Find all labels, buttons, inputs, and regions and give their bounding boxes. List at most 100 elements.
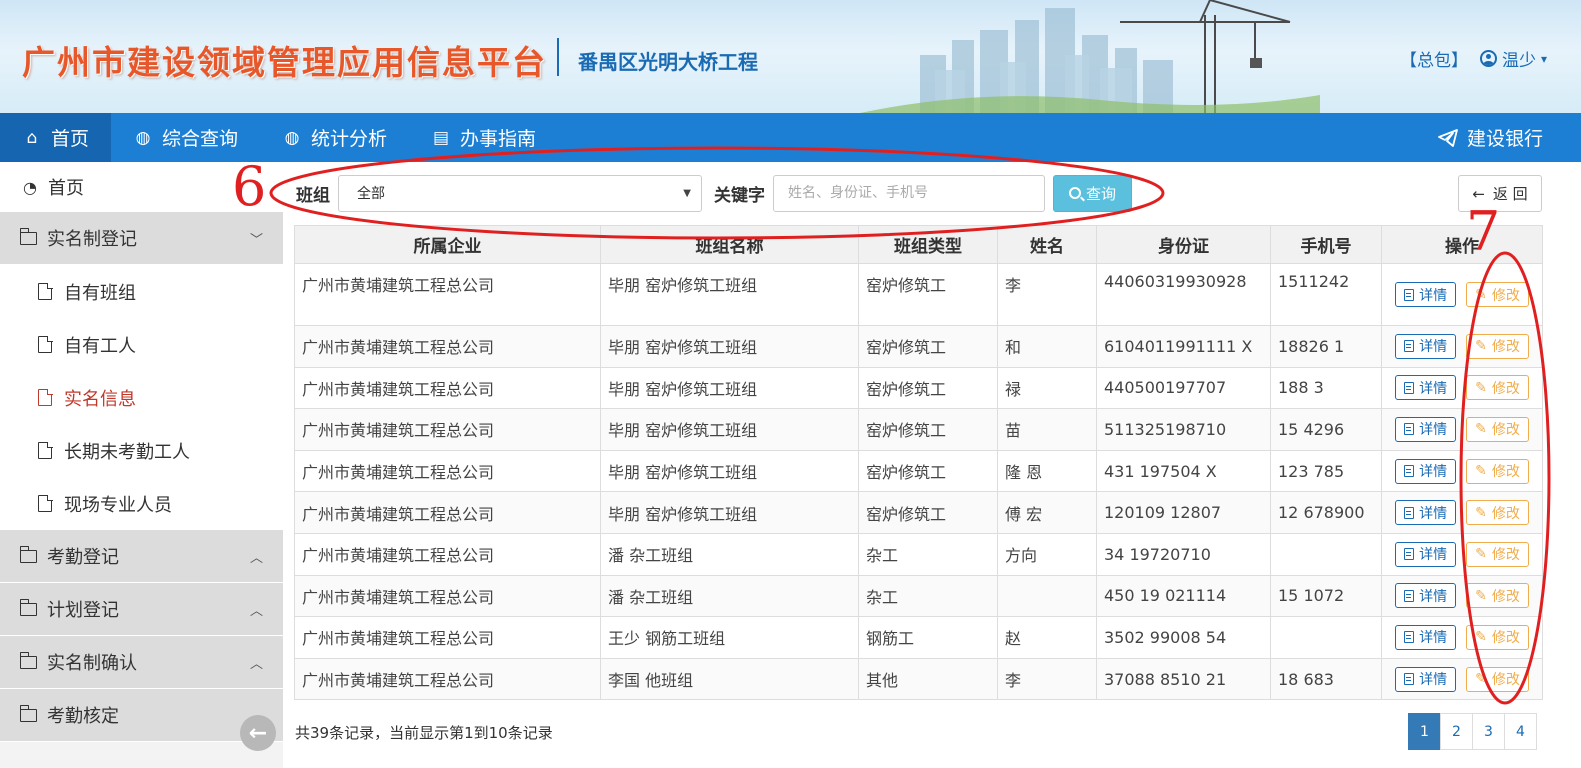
annotation-label-7: 7 bbox=[1466, 200, 1501, 263]
detail-button-label: 详情 bbox=[1419, 630, 1448, 647]
detail-button[interactable]: 详情 bbox=[1395, 333, 1457, 359]
page-button-3[interactable]: 3 bbox=[1472, 713, 1505, 750]
chevron-up-icon: ︿ bbox=[249, 550, 263, 566]
edit-button-label: 修改 bbox=[1491, 547, 1520, 564]
edit-button[interactable]: ✎ 修改 bbox=[1466, 624, 1529, 650]
edit-button[interactable]: ✎ 修改 bbox=[1466, 666, 1529, 692]
document-icon bbox=[1404, 465, 1415, 478]
sidebar-group-realname[interactable]: 实名制登记 ﹀ bbox=[0, 212, 283, 265]
cell-actions: 详情 ✎ 修改 bbox=[1381, 574, 1543, 618]
edit-button[interactable]: ✎ 修改 bbox=[1466, 333, 1529, 359]
cell-phone: 1511242 bbox=[1270, 263, 1382, 326]
cell-id: 431 197504 X bbox=[1096, 449, 1271, 493]
edit-button[interactable]: ✎ 修改 bbox=[1466, 458, 1529, 484]
cell-type: 窑炉修筑工 bbox=[858, 491, 998, 534]
sidebar-group-attendance[interactable]: 考勤登记 ︿ bbox=[0, 530, 283, 583]
cell-actions: 详情 ✎ 修改 bbox=[1381, 532, 1543, 576]
sidebar-group-plan[interactable]: 计划登记 ︿ bbox=[0, 583, 283, 636]
detail-button[interactable]: 详情 bbox=[1395, 666, 1457, 692]
nav-item-statistics[interactable]: ◍ 统计分析 bbox=[260, 113, 409, 162]
cell-phone: 188 3 bbox=[1270, 366, 1382, 410]
sidebar: ◔ 首页 实名制登记 ﹀ 自有班组 自有工人 实名信息 长期未考勤工人 现场专业… bbox=[0, 162, 283, 768]
table-row: 广州市黄埔建筑工程总公司 毕朋 窑炉修筑工班组 窑炉修筑工傅 宏 120109 128… bbox=[294, 491, 1543, 534]
page-button-2[interactable]: 2 bbox=[1440, 713, 1473, 750]
pencil-icon: ✎ bbox=[1475, 587, 1487, 604]
collapse-sidebar-button[interactable]: ← bbox=[240, 715, 276, 751]
edit-button-label: 修改 bbox=[1491, 464, 1520, 481]
cell-phone: 123 785 bbox=[1270, 449, 1382, 493]
sidebar-item-label: 考勤登记 bbox=[47, 547, 119, 568]
cell-company: 广州市黄埔建筑工程总公司 bbox=[294, 657, 601, 701]
nav-item-label: 统计分析 bbox=[311, 128, 388, 150]
sidebar-item-site-staff[interactable]: 现场专业人员 bbox=[0, 477, 283, 530]
team-select[interactable]: 全部 ▼ bbox=[338, 174, 702, 212]
pencil-icon: ✎ bbox=[1475, 421, 1487, 438]
detail-button[interactable]: 详情 bbox=[1395, 458, 1457, 484]
detail-button-label: 详情 bbox=[1419, 547, 1448, 564]
folder-open-icon bbox=[19, 227, 37, 245]
detail-button[interactable]: 详情 bbox=[1395, 500, 1457, 526]
team-label: 班组 bbox=[296, 185, 330, 206]
cell-company: 广州市黄埔建筑工程总公司 bbox=[294, 491, 601, 534]
detail-button-label: 详情 bbox=[1419, 672, 1448, 689]
edit-button[interactable]: ✎ 修改 bbox=[1466, 416, 1529, 442]
cell-id: 34 19720710 bbox=[1096, 532, 1271, 576]
search-button[interactable]: 查询 bbox=[1053, 174, 1132, 212]
detail-button-label: 详情 bbox=[1419, 339, 1448, 356]
detail-button[interactable]: 详情 bbox=[1395, 416, 1457, 442]
cell-company: 广州市黄埔建筑工程总公司 bbox=[294, 616, 601, 659]
cell-name: 李 bbox=[997, 263, 1097, 326]
keyword-input[interactable] bbox=[773, 174, 1045, 212]
sidebar-group-confirm[interactable]: 实名制确认 ︿ bbox=[0, 636, 283, 689]
cell-company: 广州市黄埔建筑工程总公司 bbox=[294, 532, 601, 576]
sidebar-item-long-absent[interactable]: 长期未考勤工人 bbox=[0, 424, 283, 477]
sidebar-item-own-teams[interactable]: 自有班组 bbox=[0, 265, 283, 318]
detail-button[interactable]: 详情 bbox=[1395, 375, 1457, 401]
book-icon: ▤ bbox=[433, 127, 450, 148]
search-icon bbox=[1068, 187, 1081, 199]
cell-phone: 18 683 bbox=[1270, 657, 1382, 701]
cell-name: 和 bbox=[997, 325, 1097, 368]
edit-button[interactable]: ✎ 修改 bbox=[1466, 541, 1529, 567]
edit-button[interactable]: ✎ 修改 bbox=[1466, 500, 1529, 526]
edit-button[interactable]: ✎ 修改 bbox=[1466, 375, 1529, 401]
sidebar-item-label: 自有工人 bbox=[64, 335, 136, 357]
nav-item-home[interactable]: ⌂ 首页 bbox=[0, 113, 112, 162]
cell-type: 窑炉修筑工 bbox=[858, 325, 998, 368]
sidebar-item-own-workers[interactable]: 自有工人 bbox=[0, 318, 283, 371]
sidebar-item-realname-info[interactable]: 实名信息 bbox=[0, 371, 283, 424]
document-icon bbox=[1404, 381, 1415, 394]
sidebar-item-label: 长期未考勤工人 bbox=[64, 441, 190, 463]
user-menu[interactable]: 温少 ▾ bbox=[1479, 46, 1547, 71]
header-banner: 广州市建设领域管理应用信息平台 番禺区光明大桥工程 【总包】 温少 ▾ bbox=[0, 0, 1581, 113]
detail-button-label: 详情 bbox=[1419, 422, 1448, 439]
file-icon bbox=[38, 441, 53, 459]
arrow-left-icon: ← bbox=[248, 720, 268, 746]
pencil-icon: ✎ bbox=[1475, 546, 1487, 563]
detail-button[interactable]: 详情 bbox=[1395, 583, 1457, 609]
nav-item-bank[interactable]: 建设银行 bbox=[1416, 113, 1581, 162]
cell-name: 傅 宏 bbox=[997, 491, 1097, 534]
edit-button[interactable]: ✎ 修改 bbox=[1466, 282, 1529, 307]
edit-button[interactable]: ✎ 修改 bbox=[1466, 583, 1529, 609]
column-header: 班组名称 bbox=[600, 225, 859, 264]
cell-team: 潘 杂工班组 bbox=[600, 574, 859, 618]
detail-button[interactable]: 详情 bbox=[1395, 541, 1457, 567]
column-header: 所属企业 bbox=[294, 225, 601, 264]
detail-button[interactable]: 详情 bbox=[1395, 282, 1457, 307]
detail-button[interactable]: 详情 bbox=[1395, 624, 1457, 650]
document-icon bbox=[1404, 589, 1415, 602]
nav-item-guide[interactable]: ▤ 办事指南 bbox=[409, 113, 558, 162]
city-skyline-image bbox=[860, 0, 1320, 113]
cell-name: 赵 bbox=[997, 616, 1097, 659]
nav-item-label: 建设银行 bbox=[1466, 128, 1543, 150]
sidebar-item-label: 首页 bbox=[48, 178, 84, 199]
edit-button-label: 修改 bbox=[1491, 422, 1520, 439]
folder-icon bbox=[19, 598, 37, 616]
username: 温少 bbox=[1501, 51, 1536, 71]
page-button-4[interactable]: 4 bbox=[1504, 713, 1537, 750]
page-button-1[interactable]: 1 bbox=[1408, 713, 1441, 750]
cell-id: 120109 12807 bbox=[1096, 491, 1271, 534]
cell-name: 李 bbox=[997, 657, 1097, 701]
pencil-icon: ✎ bbox=[1475, 671, 1487, 688]
